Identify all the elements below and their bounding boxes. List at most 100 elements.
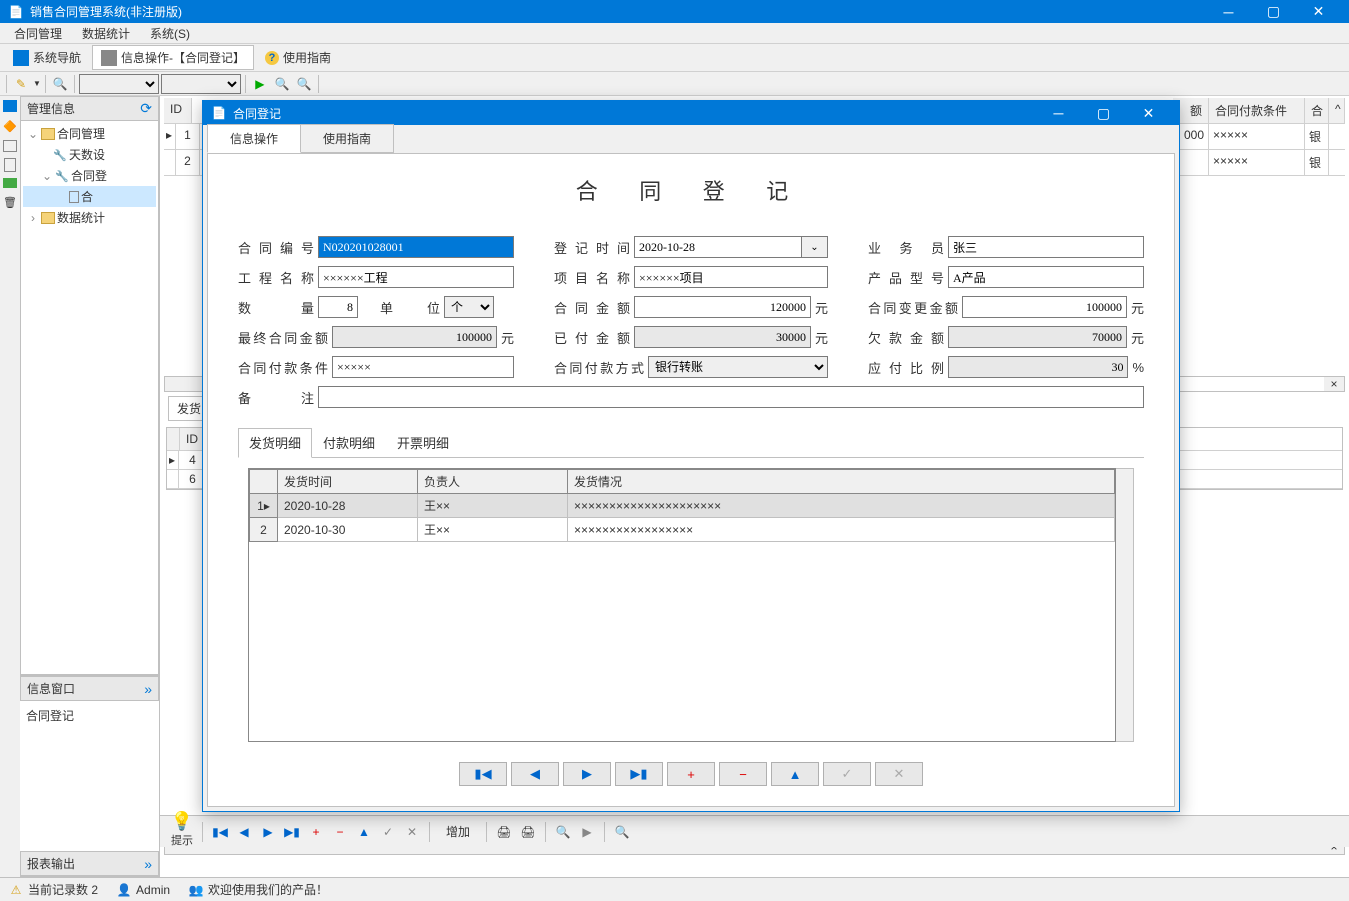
tab-nav[interactable]: 系统导航	[4, 45, 90, 70]
tree-contract-sub[interactable]: 合	[23, 186, 156, 207]
menu-system[interactable]: 系统(S)	[140, 23, 200, 44]
owed-amt-input[interactable]	[948, 326, 1127, 348]
col-person[interactable]: 负责人	[418, 470, 568, 494]
grid-scroll-up[interactable]: ^	[1329, 98, 1345, 123]
dialog-minimize-button[interactable]: ─	[1036, 102, 1081, 125]
final-amt-input[interactable]	[332, 326, 497, 348]
subtab-shipping[interactable]: 发货明细	[238, 428, 312, 458]
tree-contract-mgmt[interactable]: ⌄ 合同管理	[23, 123, 156, 144]
add-text-button[interactable]: 增加	[436, 821, 480, 843]
play-button[interactable]: ▶	[250, 74, 270, 94]
table-row[interactable]: 2 2020-10-30 王×× ×××××××××××××××××	[250, 518, 1115, 542]
grid-cell[interactable]: 银	[1305, 150, 1329, 175]
dialog-tab-guide[interactable]: 使用指南	[300, 124, 394, 153]
filter-select-2[interactable]	[161, 74, 241, 94]
acc-manage-info[interactable]: 管理信息 ⟳	[20, 96, 159, 121]
subtab-invoice[interactable]: 开票明细	[386, 428, 460, 457]
search-button-2[interactable]	[552, 821, 574, 843]
project-input[interactable]	[318, 266, 514, 288]
play-button-2[interactable]: ▶	[576, 821, 598, 843]
cell-person[interactable]: 王××	[418, 518, 568, 542]
zoom-button-2[interactable]	[294, 74, 314, 94]
remark-input[interactable]	[318, 386, 1144, 408]
qty-input[interactable]	[318, 296, 358, 318]
add-record-button[interactable]: +	[667, 762, 715, 786]
nav-first-button[interactable]: ▮◀	[209, 821, 231, 843]
confirm-button[interactable]: ✓	[377, 821, 399, 843]
grid-cell[interactable]: 2	[176, 150, 200, 175]
cell-status[interactable]: ×××××××××××××××××××××	[568, 494, 1115, 518]
dropdown-arrow-icon[interactable]: ▼	[33, 79, 41, 88]
paid-amt-input[interactable]	[634, 326, 811, 348]
list-icon[interactable]	[3, 140, 17, 152]
menu-stats[interactable]: 数据统计	[72, 23, 140, 44]
tab-guide[interactable]: ? 使用指南	[256, 45, 340, 70]
tree-days-setting[interactable]: 🔧 天数设	[23, 144, 156, 165]
expand-icon[interactable]: ⌄	[27, 127, 39, 141]
date-picker-button[interactable]: ⌄	[802, 236, 828, 258]
table-row[interactable]: 1▸ 2020-10-28 王×× ×××××××××××××××××××××	[250, 494, 1115, 518]
dialog-maximize-button[interactable]: ▢	[1081, 102, 1126, 125]
change-amt-input[interactable]	[962, 296, 1127, 318]
pay-method-select[interactable]: 银行转账	[648, 356, 828, 378]
contract-no-input[interactable]	[318, 236, 514, 258]
expand-icon[interactable]: ⌄	[41, 169, 53, 183]
zoom-button[interactable]	[272, 74, 292, 94]
tree-stats[interactable]: › 数据统计	[23, 207, 156, 228]
pay-cond-input[interactable]	[332, 356, 514, 378]
close-tab-button[interactable]: ×	[1324, 377, 1344, 391]
grid-cell[interactable]: ×××××	[1209, 124, 1305, 149]
up-button[interactable]: ▲	[353, 821, 375, 843]
unit-select[interactable]: 个	[444, 296, 494, 318]
tab-info-ops[interactable]: 信息操作-【合同登记】	[92, 45, 254, 70]
delete-record-button[interactable]: −	[719, 762, 767, 786]
close-button[interactable]: ✕	[1296, 0, 1341, 23]
last-record-button[interactable]: ▶▮	[615, 762, 663, 786]
pay-ratio-input[interactable]	[948, 356, 1128, 378]
nav-last-button[interactable]: ▶▮	[281, 821, 303, 843]
info-item[interactable]: 合同登记	[26, 707, 153, 724]
cell-time[interactable]: 2020-10-30	[278, 518, 418, 542]
dialog-close-button[interactable]: ✕	[1126, 102, 1171, 125]
acc-info-window[interactable]: 信息窗口 »	[20, 676, 159, 701]
salesman-input[interactable]	[948, 236, 1144, 258]
grid-cell[interactable]: 1	[176, 124, 200, 149]
chart-icon[interactable]	[3, 178, 17, 188]
search-button-3[interactable]	[611, 821, 633, 843]
search-button[interactable]	[50, 74, 70, 94]
detail-scrollbar[interactable]	[1116, 468, 1134, 742]
acc-report[interactable]: 报表输出 »	[20, 851, 159, 876]
print-preview-button[interactable]: 🖨	[517, 821, 539, 843]
reg-time-input[interactable]	[634, 236, 802, 258]
subtab-payment[interactable]: 付款明细	[312, 428, 386, 457]
maximize-button[interactable]: ▢	[1251, 0, 1296, 23]
grid-cell[interactable]: 银	[1305, 124, 1329, 149]
add-button[interactable]: +	[305, 821, 327, 843]
cancel-button[interactable]: ✕	[401, 821, 423, 843]
cell-time[interactable]: 2020-10-28	[278, 494, 418, 518]
trash-icon[interactable]: 🗑	[2, 194, 18, 210]
item-name-input[interactable]	[634, 266, 828, 288]
grid-cell[interactable]: ×××××	[1209, 150, 1305, 175]
cancel-record-button[interactable]: ✕	[875, 762, 923, 786]
tree-contract-reg[interactable]: ⌄ 🔧 合同登	[23, 165, 156, 186]
dialog-tab-info[interactable]: 信息操作	[207, 124, 301, 153]
move-up-button[interactable]: ▲	[771, 762, 819, 786]
expand-icon[interactable]: ›	[27, 211, 39, 225]
confirm-record-button[interactable]: ✓	[823, 762, 871, 786]
print-button[interactable]: 🖨	[493, 821, 515, 843]
filter-select-1[interactable]	[79, 74, 159, 94]
view-icon[interactable]	[3, 100, 17, 112]
prev-record-button[interactable]: ◀	[511, 762, 559, 786]
col-status[interactable]: 发货情况	[568, 470, 1115, 494]
contract-amt-input[interactable]	[634, 296, 811, 318]
nav-next-button[interactable]: ▶	[257, 821, 279, 843]
cell-person[interactable]: 王××	[418, 494, 568, 518]
edit-button[interactable]	[11, 74, 31, 94]
minimize-button[interactable]: ─	[1206, 0, 1251, 23]
menu-contract[interactable]: 合同管理	[4, 23, 72, 44]
next-record-button[interactable]: ▶	[563, 762, 611, 786]
first-record-button[interactable]: ▮◀	[459, 762, 507, 786]
product-model-input[interactable]	[948, 266, 1144, 288]
cell-status[interactable]: ×××××××××××××××××	[568, 518, 1115, 542]
